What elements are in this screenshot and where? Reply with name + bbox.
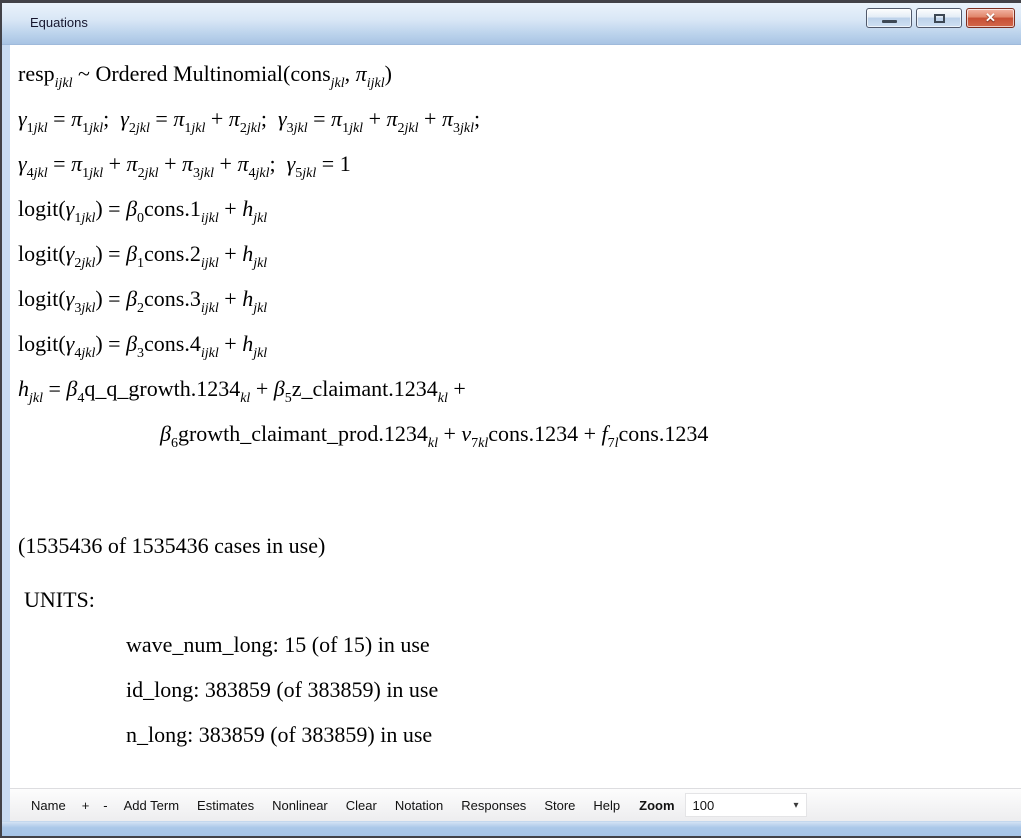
close-icon: ✕ <box>985 9 996 27</box>
maximize-button[interactable] <box>916 8 962 28</box>
toolbar-notation-button[interactable]: Notation <box>386 798 452 813</box>
minimize-button[interactable] <box>866 8 912 28</box>
toolbar-name-button[interactable]: Name <box>22 798 75 813</box>
units-label: UNITS: <box>18 578 1017 624</box>
window-controls: ✕ <box>866 8 1015 28</box>
spacer <box>18 458 1017 524</box>
toolbar-plus-button[interactable]: + <box>75 798 97 813</box>
equations-content: respijkl ~ Ordered Multinomial(consjkl, … <box>10 45 1021 788</box>
unit-wave-num-long: wave_num_long: 15 (of 15) in use <box>18 624 1017 669</box>
zoom-level-select[interactable]: 100 ▾ <box>685 793 807 817</box>
minimize-icon <box>882 20 897 23</box>
equation-logit-gamma4[interactable]: logit(γ4jkl) = β3cons.4ijkl + hjkl <box>18 323 1017 368</box>
toolbar-help-button[interactable]: Help <box>584 798 629 813</box>
toolbar-responses-button[interactable]: Responses <box>452 798 535 813</box>
unit-n-long: n_long: 383859 (of 383859) in use <box>18 714 1017 759</box>
maximize-icon <box>934 14 945 23</box>
equation-h-part1[interactable]: hjkl = β4q_q_growth.1234kl + β5z_claiman… <box>18 368 1017 413</box>
toolbar-store-button[interactable]: Store <box>535 798 584 813</box>
window-body: respijkl ~ Ordered Multinomial(consjkl, … <box>2 45 1021 821</box>
equation-logit-gamma1[interactable]: logit(γ1jkl) = β0cons.1ijkl + hjkl <box>18 188 1017 233</box>
toolbar-estimates-button[interactable]: Estimates <box>188 798 263 813</box>
toolbar-minus-button[interactable]: - <box>96 798 114 813</box>
toolbar-zoom-label: Zoom <box>629 798 678 813</box>
unit-id-long: id_long: 383859 (of 383859) in use <box>18 669 1017 714</box>
chevron-down-icon: ▾ <box>794 800 799 811</box>
equation-logit-gamma2[interactable]: logit(γ2jkl) = β1cons.2ijkl + hjkl <box>18 233 1017 278</box>
window-bottom-border <box>2 821 1021 836</box>
equation-h-part2[interactable]: β6growth_claimant_prod.1234kl + v7klcons… <box>18 413 1017 458</box>
toolbar-add-term-button[interactable]: Add Term <box>115 798 188 813</box>
toolbar-clear-button[interactable]: Clear <box>337 798 386 813</box>
equations-toolbar: Name + - Add Term Estimates Nonlinear Cl… <box>10 788 1021 821</box>
equation-logit-gamma3[interactable]: logit(γ3jkl) = β2cons.3ijkl + hjkl <box>18 278 1017 323</box>
cases-in-use-text: (1535436 of 1535436 cases in use) <box>18 524 1017 570</box>
equations-window: Equations ✕ respijkl ~ Ordered Multinomi… <box>0 0 1021 838</box>
zoom-level-value: 100 <box>693 798 715 813</box>
window-left-border <box>2 45 10 821</box>
window-title: Equations <box>30 3 88 43</box>
toolbar-nonlinear-button[interactable]: Nonlinear <box>263 798 337 813</box>
equation-response-distribution[interactable]: respijkl ~ Ordered Multinomial(consjkl, … <box>18 53 1017 98</box>
close-button[interactable]: ✕ <box>966 8 1015 28</box>
titlebar[interactable]: Equations ✕ <box>2 3 1021 45</box>
equation-gamma-123[interactable]: γ1jkl = π1jkl; γ2jkl = π1jkl + π2jkl; γ3… <box>18 98 1017 143</box>
equation-gamma-45[interactable]: γ4jkl = π1jkl + π2jkl + π3jkl + π4jkl; γ… <box>18 143 1017 188</box>
